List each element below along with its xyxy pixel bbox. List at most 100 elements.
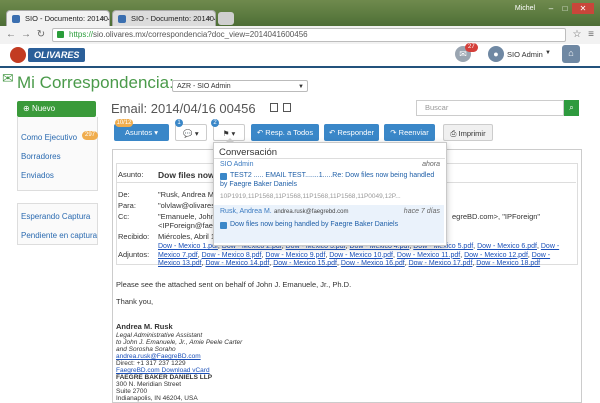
signature-web-link[interactable]: FaegreBD.com Download vCard — [116, 367, 210, 374]
attachment-link[interactable]: Dow - Mexico 10.pdf — [329, 252, 393, 259]
attachment-link[interactable]: Dow - Mexico 8.pdf — [202, 252, 262, 259]
forward-icon: ↷ — [390, 128, 399, 137]
conversation-time: hace 7 días — [403, 208, 440, 215]
tab-label: SIO - Documento: 201404 — [131, 14, 216, 23]
conversation-item[interactable]: Rusk, Andrea M. andrea.rusk@faegrebd.com… — [214, 205, 444, 243]
maximize-button[interactable]: □ — [558, 3, 572, 14]
tab-label: SIO - Documento: 201404 — [25, 14, 110, 23]
chevron-down-icon[interactable]: ▼ — [545, 50, 551, 56]
attachment-link[interactable]: Dow - Mexico 14.pdf — [205, 260, 269, 267]
conversation-sender: Rusk, Andrea M. — [220, 208, 272, 215]
message-cc-2: <IPForeign@faegr — [158, 221, 220, 230]
conversation-email: andrea.rusk@faegrebd.com — [274, 209, 349, 215]
popup-arrow — [225, 138, 235, 143]
signature-line: and Sorosha Soraho — [116, 346, 176, 353]
signature-line: 300 N. Meridian Street — [116, 381, 182, 388]
print-button[interactable]: ⎙ Imprimir — [443, 124, 493, 141]
attachment-link[interactable]: Dow - Mexico 16.pdf — [341, 260, 405, 267]
page-title: Mi Correspondencia: — [17, 73, 174, 92]
sidebar-item-borradores[interactable]: Borradores — [21, 152, 100, 161]
ejecutivo-count-badge: 297 — [82, 131, 99, 140]
forward-button[interactable]: ↷ Reenviar — [384, 124, 435, 141]
bookmark-star-icon[interactable]: ☆ — [570, 28, 584, 42]
close-tab-icon[interactable]: × — [206, 11, 211, 26]
attachment-link[interactable]: Dow - Mexico 12.pdf — [464, 252, 528, 259]
close-tab-icon[interactable]: × — [100, 11, 105, 26]
url-scheme: https:// — [69, 30, 94, 39]
lock-icon — [57, 31, 64, 38]
forward-icon[interactable]: → — [19, 28, 33, 42]
conversation-text: TEST2 ..... EMAIL TEST.......1.....Re: D… — [220, 172, 435, 188]
attachment-link[interactable]: Dow - Mexico 9.pdf — [265, 252, 325, 259]
browser-tab[interactable]: SIO - Documento: 201404 × — [112, 10, 216, 26]
logo-text: OLIVARES — [28, 48, 86, 62]
new-tab-button[interactable] — [218, 12, 234, 25]
sidebar-item-pendiente[interactable]: Pendiente en captura — [21, 231, 100, 240]
signature-email-link[interactable]: andrea.rusk@FaegreBD.com — [116, 353, 201, 360]
attachment-link[interactable]: Mexico 13.pdf — [158, 260, 202, 267]
sidebar-item-esperando[interactable]: Esperando Captura — [21, 212, 100, 221]
menu-icon[interactable]: ≡ — [584, 28, 598, 42]
reply-all-button[interactable]: ↶ Resp. a Todos — [251, 124, 319, 141]
conversation-sender: SIO Admin — [220, 161, 254, 168]
print-icon: ⎙ — [450, 129, 459, 138]
conversation-title: Conversación — [219, 147, 278, 158]
signature-line: Legal Administrative Assistant — [116, 332, 203, 339]
favicon-icon — [12, 15, 20, 23]
conversation-item[interactable]: SIO Admin ahora TEST2 ..... EMAIL TEST..… — [214, 159, 444, 204]
sidebar-item-enviados[interactable]: Enviados — [21, 171, 100, 180]
notification-badge: 27 — [465, 43, 478, 52]
chevron-down-icon: ▼ — [298, 84, 304, 90]
message-body-line: Please see the attached sent on behalf o… — [116, 280, 352, 289]
address-bar: ← → ↻ https://sio.olivares.mx/correspond… — [0, 26, 600, 45]
attachment-link[interactable]: Dow - Mexico 11.pdf — [397, 252, 460, 259]
message-received: Miércoles, Abril 16, — [158, 232, 222, 241]
url-text: sio.olivares.mx/correspondencia?doc_view… — [93, 30, 308, 39]
reload-icon[interactable]: ↻ — [34, 28, 48, 42]
external-link-icon[interactable] — [283, 103, 291, 112]
new-button[interactable]: ⊕ Nuevo — [17, 101, 96, 117]
comments-count-badge: 1 — [175, 119, 183, 127]
back-icon[interactable]: ← — [4, 28, 18, 42]
label-asunto: Asunto: — [118, 170, 144, 179]
attachment-row: Mexico 13.pdf, Dow - Mexico 14.pdf, Dow … — [158, 260, 541, 267]
reply-button[interactable]: ↶ Responder — [324, 124, 379, 141]
url-input[interactable]: https://sio.olivares.mx/correspondencia?… — [52, 28, 566, 42]
attachment-link[interactable]: Dow - Mexico 15.pdf — [273, 260, 337, 267]
edit-icon[interactable] — [270, 103, 278, 112]
home-icon[interactable]: ⌂ — [562, 45, 580, 63]
attachment-link[interactable]: Mexico 7.pdf — [158, 252, 198, 259]
search-input[interactable]: Buscar — [416, 100, 564, 116]
conversation-time: ahora — [422, 161, 440, 168]
logo-mark-icon — [10, 47, 26, 63]
message-to: "olvlaw@olivares.c — [158, 201, 221, 210]
attachment-link[interactable]: Dow - Mexico 18.pdf — [476, 260, 540, 267]
attachment-link[interactable]: Dow - — [541, 243, 559, 250]
attachment-link[interactable]: Dow - Mexico 6.pdf — [477, 243, 537, 250]
asuntos-label: Asuntos — [125, 128, 153, 137]
message-cc: "Emanuele, John J — [158, 212, 221, 221]
label-cc: Cc: — [118, 212, 130, 221]
label-de: De: — [118, 190, 130, 199]
conversation-text: Dow files now being handled by Faegre Ba… — [230, 221, 399, 228]
asuntos-count-badge: 10/12 — [115, 119, 133, 127]
avatar[interactable]: ● — [488, 46, 504, 62]
account-select[interactable]: AZR - SIO Admin ▼ — [172, 80, 308, 92]
minimize-button[interactable]: – — [544, 3, 558, 14]
flag-icon: ⚑ ▾ — [222, 129, 236, 138]
attachment-link[interactable]: Dow - Mexico 1.pdf — [158, 243, 218, 250]
reply-all-label: Resp. a Todos — [265, 128, 314, 137]
user-name[interactable]: SIO Admin — [507, 50, 543, 59]
reply-label: Responder — [337, 128, 375, 137]
attachment-link[interactable]: Dow - Mexico 17.pdf — [409, 260, 473, 267]
browser-tab-active[interactable]: SIO - Documento: 201404 × — [6, 10, 110, 26]
signature-line: Direct: +1 317 237 1229 — [116, 360, 186, 367]
label-recibido: Recibido: — [118, 232, 150, 241]
signature-line: Indianapolis, IN 46204, USA — [116, 395, 198, 402]
forward-label: Reenviar — [398, 128, 429, 137]
search-icon[interactable]: ⌕ — [564, 100, 579, 116]
message-cc-tail: egreBD.com>, "IPForeign" — [452, 212, 541, 221]
message-body-thanks: Thank you, — [116, 297, 154, 306]
close-window-button[interactable]: ✕ — [572, 3, 594, 14]
attachment-link[interactable]: Dow - — [532, 252, 550, 259]
